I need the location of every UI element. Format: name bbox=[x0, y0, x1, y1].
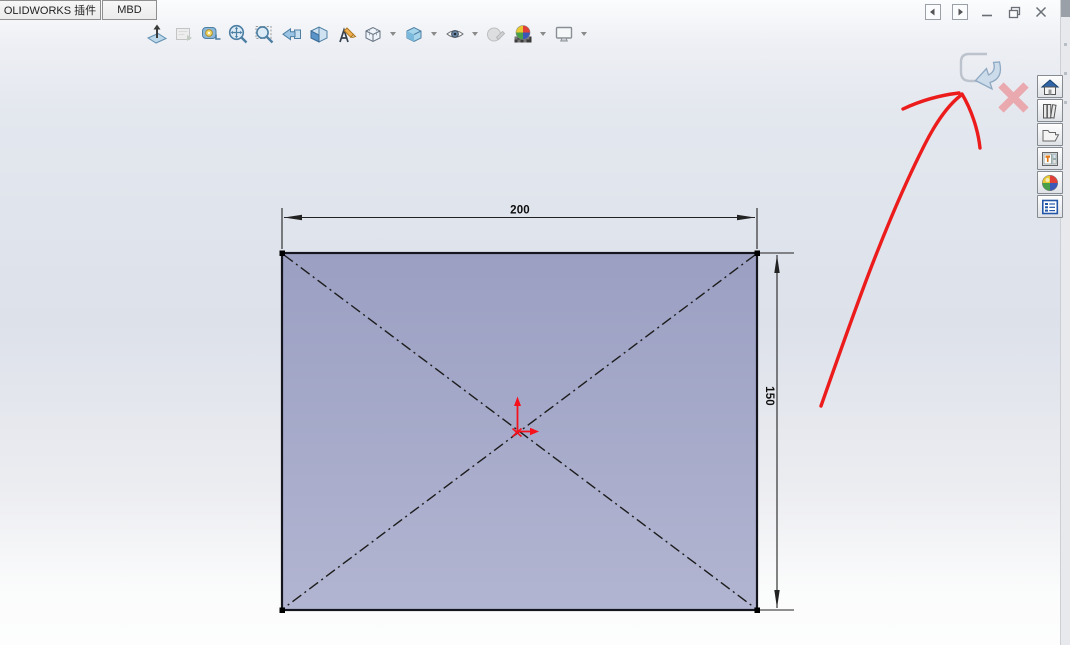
dim-arrow-bottom bbox=[774, 590, 779, 608]
design-library-tab[interactable] bbox=[1037, 99, 1063, 122]
minimize-button[interactable] bbox=[978, 3, 996, 21]
restore-button[interactable] bbox=[1005, 3, 1023, 21]
dim-arrow-right bbox=[737, 215, 755, 220]
hide-show-items-dropdown[interactable] bbox=[472, 32, 478, 36]
view-orientation-cube-icon bbox=[362, 23, 384, 45]
display-style-cube-icon bbox=[403, 23, 425, 45]
close-button[interactable] bbox=[1032, 3, 1050, 21]
home-icon bbox=[1040, 77, 1060, 97]
apply-scene-button[interactable] bbox=[510, 21, 535, 46]
zoom-to-fit-icon bbox=[227, 23, 249, 45]
display-style-button[interactable] bbox=[401, 21, 426, 46]
hide-show-items-button[interactable] bbox=[442, 21, 467, 46]
appearances-scenes-tab[interactable] bbox=[1037, 171, 1063, 194]
section-view-button[interactable] bbox=[306, 21, 331, 46]
open-folder-icon bbox=[1040, 125, 1060, 145]
measure-button[interactable] bbox=[198, 21, 223, 46]
monitor-icon bbox=[553, 23, 575, 45]
books-icon bbox=[1040, 101, 1060, 121]
height-dimension-text[interactable]: 150 bbox=[763, 386, 775, 406]
width-dimension-text[interactable]: 200 bbox=[510, 205, 530, 217]
tab-solidworks-addins[interactable]: OLIDWORKS 插件 bbox=[0, 0, 101, 20]
annotation-pencil-a-icon bbox=[335, 23, 357, 45]
view-palette-tab[interactable] bbox=[1037, 147, 1063, 170]
window-controls bbox=[924, 3, 1050, 21]
width-dimension[interactable]: 200 bbox=[282, 205, 757, 250]
normal-to-button[interactable] bbox=[144, 21, 169, 46]
pane-collapse-left-button[interactable] bbox=[924, 3, 942, 21]
custom-properties-tab[interactable] bbox=[1037, 195, 1063, 218]
normal-to-icon bbox=[146, 23, 168, 45]
triangle-left-icon bbox=[925, 4, 941, 20]
splitter-cap bbox=[1061, 0, 1070, 17]
splitter-dot bbox=[1064, 43, 1067, 46]
confirmation-corner bbox=[961, 54, 1026, 110]
splitter-dot bbox=[1064, 72, 1067, 75]
dim-arrow-left bbox=[284, 215, 302, 220]
file-explorer-tab[interactable] bbox=[1037, 123, 1063, 146]
zoom-to-area-button[interactable] bbox=[252, 21, 277, 46]
measure-tape-icon bbox=[200, 23, 222, 45]
commandmanager-tabbar: OLIDWORKS 插件 MBD bbox=[0, 0, 157, 20]
dynamic-annotation-views-button[interactable] bbox=[333, 21, 358, 46]
eye-icon bbox=[444, 23, 466, 45]
cancel-sketch-button[interactable] bbox=[1001, 85, 1026, 110]
view-orientation-button[interactable] bbox=[360, 21, 385, 46]
close-icon bbox=[1034, 5, 1048, 19]
section-view-icon bbox=[308, 23, 330, 45]
height-dimension[interactable]: 150 bbox=[760, 253, 794, 610]
view-settings-button[interactable] bbox=[551, 21, 576, 46]
view-orientation-dropdown[interactable] bbox=[390, 32, 396, 36]
zoom-to-area-icon bbox=[254, 23, 276, 45]
previous-view-button[interactable] bbox=[279, 21, 304, 46]
graphics-area[interactable]: 200 150 bbox=[0, 0, 1070, 645]
update-view-button bbox=[171, 21, 196, 46]
display-style-dropdown[interactable] bbox=[431, 32, 437, 36]
zoom-to-fit-button[interactable] bbox=[225, 21, 250, 46]
properties-form-icon bbox=[1040, 197, 1060, 217]
red-arrow-annotation bbox=[821, 93, 980, 406]
apply-scene-ball-icon bbox=[512, 23, 534, 45]
restore-icon bbox=[1007, 5, 1022, 20]
view-palette-icon bbox=[1040, 149, 1060, 169]
solidworks-resources-tab[interactable] bbox=[1037, 75, 1063, 98]
task-pane-tabs bbox=[1037, 75, 1063, 218]
exit-sketch-button[interactable] bbox=[976, 62, 1001, 89]
tab-mbd[interactable]: MBD bbox=[102, 0, 157, 20]
heads-up-view-toolbar bbox=[144, 21, 590, 46]
color-ball-icon bbox=[1040, 173, 1060, 193]
view-settings-dropdown[interactable] bbox=[581, 32, 587, 36]
pane-expand-right-button[interactable] bbox=[951, 3, 969, 21]
previous-view-icon bbox=[281, 23, 303, 45]
edit-appearance-disabled-icon bbox=[485, 23, 507, 45]
dim-arrow-top bbox=[774, 255, 779, 273]
update-view-disabled-icon bbox=[173, 23, 195, 45]
minimize-icon bbox=[980, 5, 994, 19]
apply-scene-dropdown[interactable] bbox=[540, 32, 546, 36]
edit-appearance-button bbox=[483, 21, 508, 46]
triangle-right-icon bbox=[952, 4, 968, 20]
splitter-dot bbox=[1064, 101, 1067, 104]
